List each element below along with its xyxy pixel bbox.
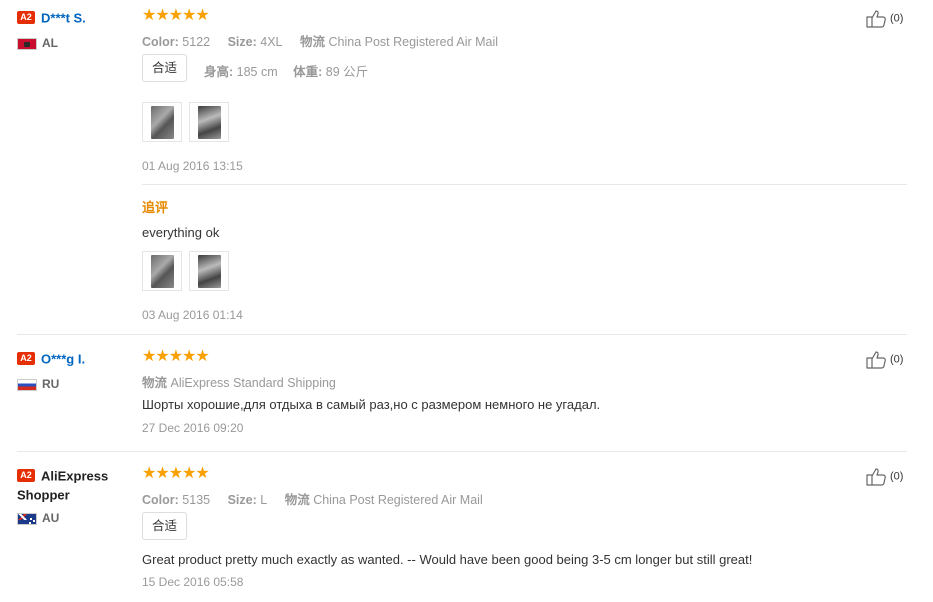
- size-label: Size:: [227, 35, 257, 49]
- weight-label: 体重:: [293, 65, 323, 79]
- review-separator: [17, 334, 907, 335]
- reviewer-country: RU: [17, 377, 59, 391]
- buyer-level-badge: A2: [17, 469, 35, 483]
- thumbs-up-icon: [866, 351, 886, 369]
- star-rating: ★★★★★: [142, 465, 210, 482]
- review-date: 01 Aug 2016 13:15: [142, 159, 243, 173]
- review-separator: [17, 451, 907, 452]
- shipping-value: China Post Registered Air Mail: [328, 35, 499, 49]
- shipping-label: 物流: [142, 376, 168, 390]
- helpful-button[interactable]: (0): [866, 467, 903, 486]
- thumbs-up-icon: [866, 10, 886, 28]
- size-value: 4XL: [260, 35, 283, 49]
- fit-tag: 合适: [142, 512, 188, 540]
- followup-photo-thumbnail[interactable]: [142, 251, 182, 291]
- australia-flag-icon: [17, 512, 37, 525]
- followup-title: 追评: [142, 200, 169, 215]
- helpful-count: (0): [890, 353, 904, 366]
- country-code: AL: [42, 36, 58, 50]
- review-photo-thumbnail[interactable]: [142, 102, 182, 142]
- review-photo-thumbnail[interactable]: [189, 102, 229, 142]
- star-rating: ★★★★★: [142, 7, 210, 24]
- albania-flag-icon: [17, 37, 37, 50]
- reviewer-country: AU: [17, 511, 59, 525]
- reviewer-info: A2 O***g I. RU: [17, 350, 132, 391]
- shipping-value: AliExpress Standard Shipping: [170, 376, 336, 390]
- review-date: 15 Dec 2016 05:58: [142, 575, 244, 589]
- helpful-button[interactable]: (0): [866, 9, 903, 28]
- review-date: 27 Dec 2016 09:20: [142, 421, 244, 435]
- star-rating: ★★★★★: [142, 348, 210, 365]
- country-code: RU: [42, 377, 60, 391]
- thumbs-up-icon: [866, 468, 886, 486]
- divider: [142, 184, 907, 185]
- helpful-count: (0): [890, 470, 904, 483]
- helpful-button[interactable]: (0): [866, 350, 903, 369]
- color-label: Color:: [142, 35, 179, 49]
- helpful-count: (0): [890, 12, 904, 25]
- weight-value: 89 公斤: [325, 65, 369, 79]
- order-attributes: 物流 AliExpress Standard Shipping: [142, 372, 336, 391]
- color-value: 5122: [182, 35, 211, 49]
- shipping-label: 物流: [300, 35, 326, 49]
- height-value: 185 cm: [236, 65, 278, 79]
- color-value: 5135: [182, 493, 211, 507]
- order-attributes: Color: 5135 Size: L 物流 China Post Regist…: [142, 489, 483, 508]
- body-dimensions: 身高: 185 cm 体重: 89 公斤: [204, 61, 368, 80]
- color-label: Color:: [142, 493, 179, 507]
- order-attributes: Color: 5122 Size: 4XL 物流 China Post Regi…: [142, 31, 498, 50]
- followup-date: 03 Aug 2016 01:14: [142, 308, 243, 322]
- review-text: Шорты хорошие,для отдыха в самый раз,но …: [142, 397, 601, 412]
- country-code: AU: [42, 511, 60, 525]
- size-label: Size:: [227, 493, 257, 507]
- reviewer-name[interactable]: O***g I.: [41, 351, 85, 366]
- buyer-level-badge: A2: [17, 352, 35, 366]
- buyer-level-badge: A2: [17, 11, 35, 25]
- reviewer-country: AL: [17, 36, 58, 50]
- shipping-label: 物流: [284, 493, 310, 507]
- fit-tag: 合适: [142, 54, 188, 82]
- followup-photo-thumbnail[interactable]: [189, 251, 229, 291]
- reviewer-info: A2 AliExpress Shopper AU: [17, 466, 132, 525]
- reviewer-info: A2 D***t S. AL: [17, 9, 132, 50]
- review-text: Great product pretty much exactly as wan…: [142, 552, 753, 567]
- shipping-value: China Post Registered Air Mail: [313, 493, 483, 507]
- size-value: L: [260, 493, 268, 507]
- followup-text: everything ok: [142, 225, 220, 240]
- height-label: 身高:: [204, 65, 234, 79]
- russia-flag-icon: [17, 378, 37, 391]
- reviewer-name[interactable]: D***t S.: [41, 10, 86, 25]
